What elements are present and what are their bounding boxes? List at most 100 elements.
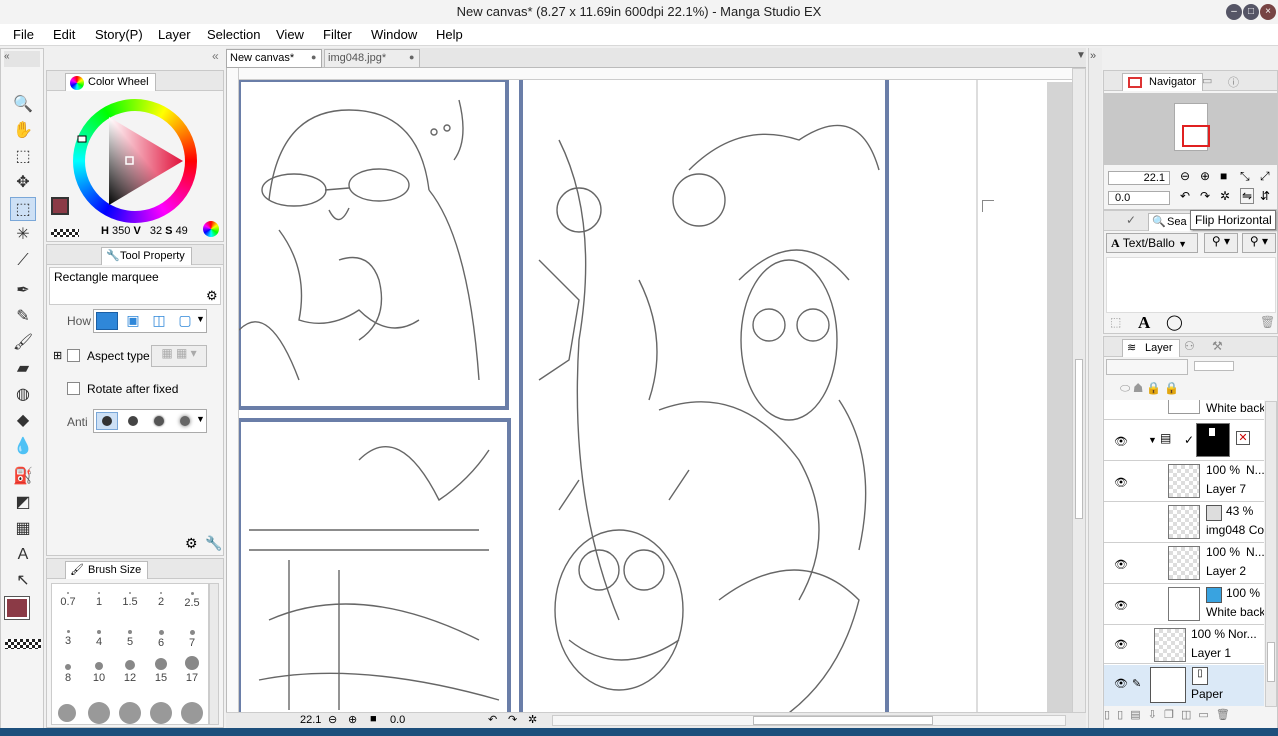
frame-icon[interactable]: ⬚: [1110, 315, 1121, 329]
rotate-tool-icon[interactable]: ⬚: [10, 145, 36, 169]
brush-tool-icon[interactable]: 🖌: [10, 331, 36, 355]
layer-color-icon[interactable]: ⬭: [1120, 381, 1130, 395]
text-tool-icon[interactable]: A: [10, 543, 36, 567]
opacity-field[interactable]: [1194, 361, 1234, 371]
layer-folder-row[interactable]: 👁 ▼ ▤ ✓ ✕: [1104, 421, 1264, 461]
main-color-swatch[interactable]: [4, 596, 30, 620]
marker-tool-icon[interactable]: ▰: [10, 357, 36, 381]
eye-icon[interactable]: 👁: [1114, 638, 1128, 651]
brush-size-item[interactable]: 2.5: [176, 592, 208, 609]
text-balloon-select[interactable]: A Text/Ballo ▼: [1106, 233, 1198, 253]
brush-size-item[interactable]: 1.5: [114, 592, 146, 608]
pen-icon[interactable]: ✎: [1132, 677, 1141, 690]
zoom-out-icon[interactable]: ⊖: [1180, 169, 1190, 183]
trash-icon[interactable]: 🗑: [1216, 709, 1232, 721]
brush-size-item[interactable]: 6: [145, 630, 177, 649]
trash-icon[interactable]: 🗑: [1260, 315, 1275, 329]
lock-icon[interactable]: 🔒: [1146, 381, 1161, 395]
aspect-type-checkbox[interactable]: [67, 349, 80, 362]
brush-size-item[interactable]: 10: [83, 662, 115, 684]
fit-view-icon[interactable]: ■: [370, 713, 377, 725]
hand-tool-icon[interactable]: ✋: [10, 119, 36, 143]
antialias-none-button[interactable]: [96, 412, 118, 430]
brush-size-item[interactable]: 5: [114, 630, 146, 648]
canvas-area[interactable]: [226, 68, 1072, 712]
saturation-triangle[interactable]: [73, 99, 197, 223]
eyedropper-icon[interactable]: ⟋: [10, 249, 36, 273]
rotate-right-icon[interactable]: ↷: [508, 713, 517, 726]
layer-scrollbar[interactable]: [1265, 401, 1277, 707]
flip-horizontal-icon[interactable]: ⇋: [1240, 188, 1255, 204]
navigator-rotation-field[interactable]: 0.0: [1108, 191, 1170, 205]
antialias-strong-button[interactable]: [174, 412, 196, 430]
reset-icon[interactable]: ⚙: [185, 535, 198, 552]
canvas-vertical-scrollbar[interactable]: [1072, 68, 1086, 714]
menu-help[interactable]: Help: [436, 27, 463, 42]
zoom-out-icon[interactable]: ⊖: [328, 713, 337, 726]
eraser-tool-icon[interactable]: ◆: [10, 409, 36, 433]
rotate-after-fixed-checkbox[interactable]: [67, 382, 80, 395]
brush-size-item[interactable]: [181, 702, 203, 724]
intersect-selection-button[interactable]: ▢: [174, 312, 196, 330]
zoom-in-icon[interactable]: ⊕: [348, 713, 357, 726]
brush-size-item[interactable]: 12: [114, 660, 146, 684]
tab-brush-size[interactable]: 🖌 Brush Size: [65, 561, 149, 579]
merge-down-icon[interactable]: ⇩: [1148, 709, 1159, 721]
brush-size-item[interactable]: [58, 704, 76, 722]
collapse-left-icon[interactable]: «: [212, 49, 219, 63]
move-tool-icon[interactable]: ✥: [10, 171, 36, 195]
brush-size-item[interactable]: [150, 702, 172, 724]
menu-filter[interactable]: Filter: [323, 27, 352, 42]
object-tool-icon[interactable]: ↖: [10, 569, 36, 593]
menu-window[interactable]: Window: [371, 27, 417, 42]
frame-tool-icon[interactable]: ▦: [10, 517, 36, 541]
menu-edit[interactable]: Edit: [53, 27, 75, 42]
zoom-in-icon[interactable]: ⊕: [1200, 169, 1210, 183]
brush-size-scrollbar[interactable]: [209, 583, 219, 725]
new-vector-layer-icon[interactable]: ▯: [1117, 709, 1125, 721]
expand-folder-icon[interactable]: ▼: [1148, 435, 1157, 445]
text-icon[interactable]: A: [1138, 313, 1150, 333]
fullscreen-icon[interactable]: ⤢: [1260, 169, 1270, 184]
duplicate-icon[interactable]: ❐: [1164, 709, 1176, 721]
navigator-preview[interactable]: [1104, 93, 1277, 165]
tab-tool-property[interactable]: 🔧 Tool Property: [101, 247, 192, 265]
navigator-zoom-field[interactable]: 22.1: [1108, 171, 1170, 185]
info-icon[interactable]: ⓘ: [1228, 74, 1239, 90]
subtract-selection-button[interactable]: ◫: [148, 312, 170, 330]
color-mode-icon[interactable]: [203, 221, 219, 237]
brush-size-item[interactable]: 3: [52, 630, 84, 647]
tab-img048[interactable]: img048.jpg* ●: [324, 49, 420, 68]
tool-settings-icon[interactable]: ⚙: [206, 288, 218, 304]
tab-close-icon[interactable]: ●: [311, 52, 316, 62]
maximize-icon[interactable]: □: [1243, 4, 1259, 20]
layer-row[interactable]: 43 % img048 Cop: [1104, 503, 1264, 543]
current-color-swatch[interactable]: [51, 197, 69, 215]
aspect-type-select[interactable]: ▦ ▦ ▾: [151, 345, 207, 367]
pen-tool-icon[interactable]: ✒: [10, 279, 36, 303]
layer-row[interactable]: 👁 100 % White back: [1104, 585, 1264, 625]
layer-property-icon[interactable]: ⚇: [1184, 339, 1195, 353]
eye-icon[interactable]: 👁: [1114, 558, 1128, 571]
new-folder-icon[interactable]: ▤: [1130, 709, 1142, 721]
fit-icon[interactable]: ⤡: [1240, 169, 1250, 184]
layer-row[interactable]: White back: [1104, 400, 1264, 420]
search-filter-select[interactable]: ⚲ ▾: [1242, 233, 1276, 253]
tab-navigator[interactable]: Navigator: [1122, 73, 1204, 91]
fill-tool-icon[interactable]: ⛽: [10, 465, 36, 489]
ruler-icon[interactable]: ▭: [1198, 709, 1210, 721]
collapse-right-icon[interactable]: »: [1090, 50, 1096, 62]
search-mode-select[interactable]: ⚲ ▾: [1204, 233, 1238, 253]
magic-wand-icon[interactable]: ✳: [10, 223, 36, 247]
mask-icon[interactable]: ◫: [1181, 709, 1193, 721]
actual-size-icon[interactable]: ■: [1220, 169, 1227, 183]
tab-menu-icon[interactable]: ▼: [1076, 50, 1086, 61]
sub-view-icon[interactable]: ▭: [1202, 74, 1212, 87]
antialias-medium-button[interactable]: [148, 412, 170, 430]
mask-disabled-icon[interactable]: ✕: [1236, 431, 1250, 445]
close-icon[interactable]: ×: [1260, 4, 1276, 20]
minimize-icon[interactable]: –: [1226, 4, 1242, 20]
chevron-down-icon[interactable]: ▼: [196, 314, 205, 324]
collapse-left-icon[interactable]: «: [4, 51, 40, 67]
expand-icon[interactable]: ⊞: [53, 349, 62, 362]
